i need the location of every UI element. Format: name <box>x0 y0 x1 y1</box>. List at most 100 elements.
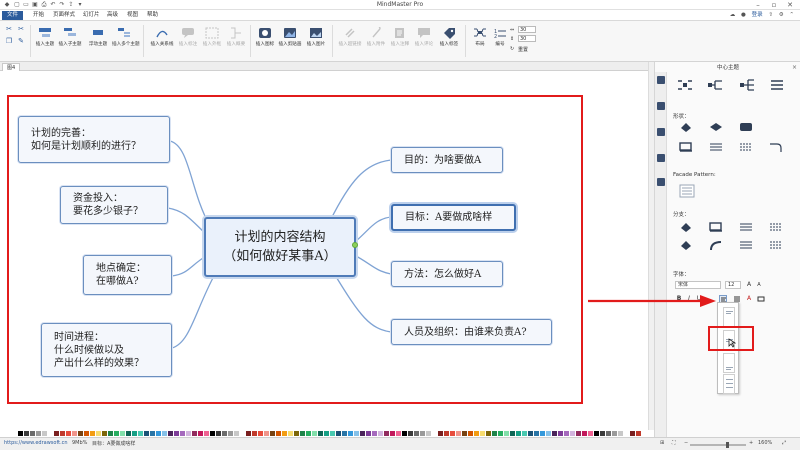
vertical-spacing-input[interactable]: 30 <box>518 35 536 42</box>
relationship-button[interactable]: 插入关系线 <box>150 24 174 59</box>
color-swatch[interactable] <box>222 431 227 436</box>
color-swatch[interactable] <box>132 431 137 436</box>
color-swatch[interactable] <box>198 431 203 436</box>
color-swatch[interactable] <box>324 431 329 436</box>
color-swatch[interactable] <box>282 431 287 436</box>
shape-fill-icon[interactable] <box>679 122 693 132</box>
color-swatch[interactable] <box>300 431 305 436</box>
color-swatch[interactable] <box>108 431 113 436</box>
color-swatch[interactable] <box>318 431 323 436</box>
branch-dash-icon[interactable] <box>769 222 783 232</box>
color-swatch[interactable] <box>48 431 53 436</box>
corner-style-icon[interactable] <box>769 142 783 152</box>
close-button[interactable]: ✕ <box>784 0 796 10</box>
font-size-select[interactable]: 12 <box>725 281 741 289</box>
align-top-option[interactable] <box>723 307 735 327</box>
color-swatch[interactable] <box>186 431 191 436</box>
copy-icon[interactable]: ❐ <box>4 37 14 45</box>
color-swatch[interactable] <box>402 431 407 436</box>
format-painter-icon[interactable]: ✎ <box>16 37 26 45</box>
layout-mindmap-icon[interactable] <box>677 78 693 92</box>
text-box-icon[interactable] <box>757 295 765 303</box>
color-swatch[interactable] <box>432 431 437 436</box>
color-swatch[interactable] <box>546 431 551 436</box>
color-swatch[interactable] <box>168 431 173 436</box>
color-swatch[interactable] <box>474 431 479 436</box>
color-swatch[interactable] <box>528 431 533 436</box>
color-swatch[interactable] <box>624 431 629 436</box>
fullscreen-icon[interactable]: ⛶ <box>672 440 676 446</box>
shape-rounded-rect-icon[interactable] <box>739 122 753 132</box>
callout-button[interactable]: 插入标注 <box>176 24 200 59</box>
menu-tab-advanced[interactable]: 高级 <box>102 11 123 20</box>
color-swatch[interactable] <box>618 431 623 436</box>
color-swatch[interactable] <box>138 431 143 436</box>
color-swatch[interactable] <box>54 431 59 436</box>
color-swatch[interactable] <box>552 431 557 436</box>
zoom-out-icon[interactable]: − <box>684 440 688 446</box>
login-link[interactable]: 登录 <box>752 12 763 18</box>
color-swatch[interactable] <box>18 431 23 436</box>
color-swatch[interactable] <box>336 431 341 436</box>
color-swatch[interactable] <box>492 431 497 436</box>
cloud-icon[interactable]: ☁ <box>730 12 736 18</box>
theme-tab-icon[interactable] <box>657 102 665 110</box>
fit-window-icon[interactable]: ⤢ <box>782 440 786 446</box>
attachment-button[interactable]: 插入附件 <box>364 24 388 59</box>
color-swatch[interactable] <box>180 431 185 436</box>
color-swatch[interactable] <box>306 431 311 436</box>
clipart-button[interactable]: 插入剪贴画 <box>278 24 302 59</box>
ribbon-collapse-icon[interactable]: ⌃ <box>789 12 794 18</box>
settings-icon[interactable]: ⚙ <box>779 12 784 18</box>
color-swatch[interactable] <box>564 431 569 436</box>
color-swatch[interactable] <box>486 431 491 436</box>
color-swatch[interactable] <box>468 431 473 436</box>
color-swatch[interactable] <box>450 431 455 436</box>
menu-tab-home[interactable]: 开始 <box>28 11 49 20</box>
picture-button[interactable]: 插入图片 <box>304 24 328 59</box>
color-swatch[interactable] <box>534 431 539 436</box>
layout-tree-icon[interactable] <box>707 78 723 92</box>
line-dash-icon[interactable] <box>739 142 753 152</box>
color-swatch[interactable] <box>444 431 449 436</box>
line-color-icon[interactable] <box>679 142 693 152</box>
color-swatch[interactable] <box>30 431 35 436</box>
comment-button[interactable]: 插入评论 <box>412 24 436 59</box>
color-swatch[interactable] <box>24 431 29 436</box>
branch-style-icon[interactable] <box>709 240 723 250</box>
color-swatch[interactable] <box>72 431 77 436</box>
color-swatch[interactable] <box>438 431 443 436</box>
color-swatch[interactable] <box>522 431 527 436</box>
tag-button[interactable]: 插入标签 <box>437 24 461 59</box>
color-swatch[interactable] <box>576 431 581 436</box>
color-swatch[interactable] <box>558 431 563 436</box>
maximize-button[interactable]: ▫ <box>768 0 780 10</box>
color-swatch[interactable] <box>378 431 383 436</box>
color-swatch[interactable] <box>372 431 377 436</box>
color-swatch[interactable] <box>354 431 359 436</box>
color-swatch[interactable] <box>612 431 617 436</box>
share-icon[interactable]: ⇧ <box>768 12 773 18</box>
insert-topic-button[interactable]: 插入主题 <box>33 24 57 59</box>
align-bottom-option[interactable] <box>723 353 735 373</box>
menu-tab-page-style[interactable]: 页面样式 <box>48 11 80 20</box>
minimize-button[interactable]: – <box>752 0 764 10</box>
insert-multiple-topics-button[interactable]: 插入多个主题 <box>112 24 140 59</box>
outline-tab-icon[interactable] <box>657 154 665 162</box>
font-grow-icon[interactable]: A <box>745 281 753 289</box>
note-button[interactable]: 插入注释 <box>388 24 412 59</box>
color-swatch[interactable] <box>264 431 269 436</box>
color-swatch[interactable] <box>102 431 107 436</box>
color-swatch[interactable] <box>516 431 521 436</box>
floating-topic-button[interactable]: 浮动主题 <box>86 24 110 59</box>
color-swatch[interactable] <box>204 431 209 436</box>
color-swatch[interactable] <box>294 431 299 436</box>
facade-pattern-icon[interactable] <box>679 184 695 198</box>
color-swatch[interactable] <box>288 431 293 436</box>
color-swatch[interactable] <box>360 431 365 436</box>
color-swatch[interactable] <box>234 431 239 436</box>
color-swatch[interactable] <box>126 431 131 436</box>
cut-icon[interactable]: ✂ <box>16 25 26 33</box>
reset-button[interactable]: 重置 <box>518 46 528 53</box>
color-swatch[interactable] <box>90 431 95 436</box>
